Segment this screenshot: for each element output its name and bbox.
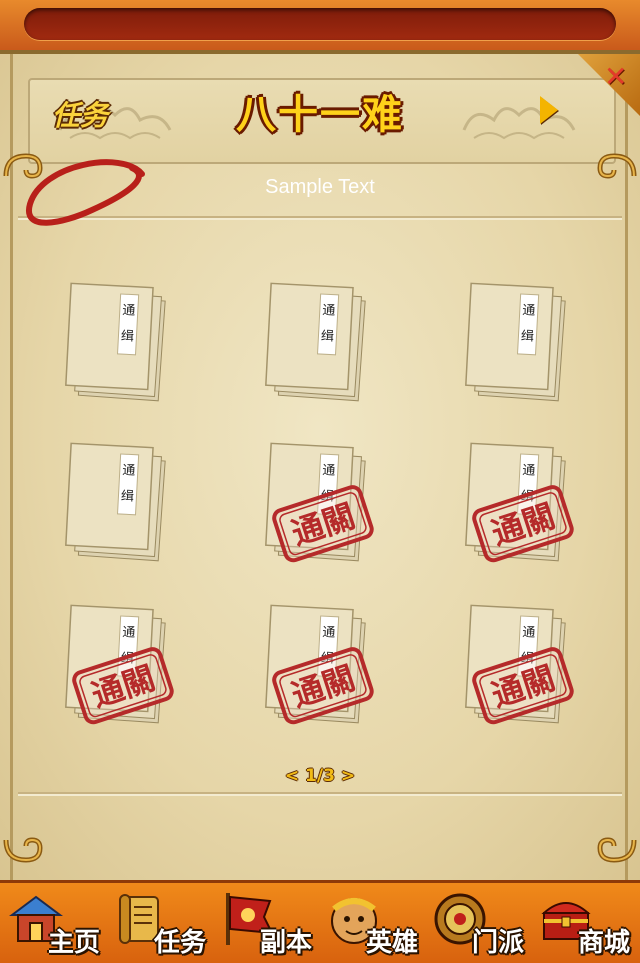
next-arrow-icon[interactable] bbox=[540, 96, 558, 124]
nav-label-home: 主页 bbox=[47, 928, 100, 958]
corner-ornament-bottom-right bbox=[597, 837, 637, 863]
book-5[interactable]: 通缉通關 bbox=[260, 440, 380, 570]
book-illustration: 通缉 bbox=[65, 282, 166, 402]
page-indicator[interactable]: < 1/3 > bbox=[0, 766, 640, 786]
nav-shop[interactable]: 商城 bbox=[530, 883, 636, 963]
book-6[interactable]: 通缉通關 bbox=[460, 440, 580, 570]
book-8[interactable]: 通缉通關 bbox=[260, 602, 380, 732]
book-illustration: 通缉通關 bbox=[65, 604, 174, 725]
book-illustration: 通缉 bbox=[65, 442, 166, 562]
book-illustration: 通缉通關 bbox=[465, 442, 574, 563]
book-illustration: 通缉 bbox=[465, 282, 566, 402]
book-7[interactable]: 通缉通關 bbox=[60, 602, 180, 732]
nav-hero[interactable]: 英雄 bbox=[318, 883, 424, 963]
quest-panel: 任务 八十一难 ✕ Sample Text 通缉 通缉 通缉 通缉 通缉通關 通… bbox=[0, 50, 640, 890]
nav-label-sect: 门派 bbox=[471, 928, 524, 958]
book-illustration: 通缉通關 bbox=[265, 604, 374, 725]
footer-divider bbox=[18, 792, 622, 796]
nav-home[interactable]: 主页 bbox=[0, 883, 106, 963]
book-1[interactable]: 通缉 bbox=[60, 280, 180, 410]
bottom-nav: 主页 任务 副本 英雄 门派 商城 bbox=[0, 880, 640, 963]
info-text: Sample Text bbox=[265, 176, 375, 198]
book-4[interactable]: 通缉 bbox=[60, 440, 180, 570]
nav-dungeon[interactable]: 副本 bbox=[212, 883, 318, 963]
book-9[interactable]: 通缉通關 bbox=[460, 602, 580, 732]
book-illustration: 通缉通關 bbox=[265, 442, 374, 563]
book-illustration: 通缉 bbox=[265, 282, 366, 402]
top-bar bbox=[0, 0, 640, 52]
close-icon[interactable]: ✕ bbox=[604, 60, 627, 93]
book-3[interactable]: 通缉 bbox=[460, 280, 580, 410]
corner-ornament-bottom-left bbox=[3, 837, 43, 863]
nav-label-hero: 英雄 bbox=[365, 928, 418, 958]
book-2[interactable]: 通缉 bbox=[260, 280, 380, 410]
nav-label-task: 任务 bbox=[153, 928, 206, 958]
top-status-slot bbox=[24, 8, 616, 40]
book-illustration: 通缉通關 bbox=[465, 604, 574, 725]
nav-label-shop: 商城 bbox=[577, 928, 630, 958]
nav-sect[interactable]: 门派 bbox=[424, 883, 530, 963]
nav-label-dungeon: 副本 bbox=[259, 928, 312, 958]
nav-task[interactable]: 任务 bbox=[106, 883, 212, 963]
red-brush-circle-icon bbox=[25, 159, 145, 226]
